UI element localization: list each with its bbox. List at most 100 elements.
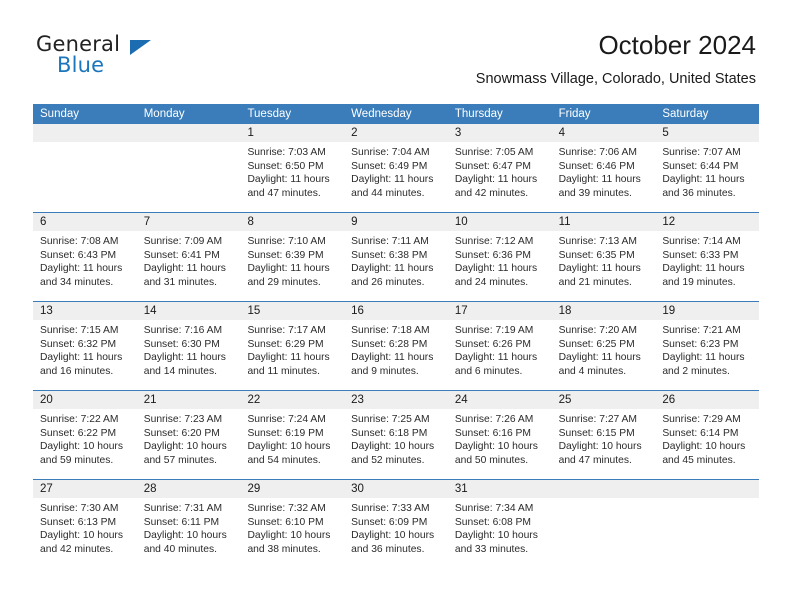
sunrise-text: Sunrise: 7:21 AM [662,325,741,336]
calendar-day-cell[interactable]: 25 Sunrise: 7:27 AM Sunset: 6:15 PM Dayligh… [551,391,656,479]
calendar-day-cell[interactable]: 21 Sunrise: 7:23 AM Sunset: 6:20 PM Dayligh… [136,391,241,479]
calendar-day-cell[interactable]: 15 Sunrise: 7:17 AM Sunset: 6:29 PM Dayligh… [240,302,345,390]
daylight-text-line1: Daylight: 10 hours [662,441,746,452]
daylight-text-line2: and 33 minutes. [454,543,529,555]
day-number: 25 [551,391,656,409]
sunset-text: Sunset: 6:46 PM [558,160,635,172]
dow-sunday: Sunday [40,108,80,120]
calendar-day-cell[interactable]: 19 Sunrise: 7:21 AM Sunset: 6:23 PM Dayligh… [655,302,760,390]
day-number: 18 [551,302,656,320]
daylight-text-line1: Daylight: 11 hours [558,263,641,274]
day-details: Sunrise: 7:23 AM Sunset: 6:20 PM Daylight:… [137,409,241,467]
calendar-day-cell[interactable]: 10 Sunrise: 7:12 AM Sunset: 6:36 PM Dayligh… [447,213,552,301]
calendar-day-cell[interactable]: 1 Sunrise: 7:03 AM Sunset: 6:50 PM Daylight… [240,124,345,212]
day-number: 12 [655,213,760,231]
daylight-text-line1: Daylight: 10 hours [40,441,123,452]
page-title: October 2024 [598,30,756,60]
sunset-text: Sunset: 6:16 PM [454,427,532,439]
daylight-text-line2: and 38 minutes. [247,543,321,555]
sunrise-text: Sunrise: 7:09 AM [143,236,223,247]
daylight-text-line1: Daylight: 10 hours [558,441,642,452]
sunset-text: Sunset: 6:43 PM [40,249,117,261]
sunrise-text: Sunrise: 7:18 AM [351,325,430,336]
calendar-day-cell[interactable]: 27 Sunrise: 7:30 AM Sunset: 6:13 PM Dayligh… [33,480,137,569]
day-details: Sunrise: 7:14 AM Sunset: 6:33 PM Daylight:… [655,231,759,289]
calendar-day-cell[interactable]: 7 Sunrise: 7:09 AM Sunset: 6:41 PM Daylight… [136,213,241,301]
sunrise-text: Sunrise: 7:25 AM [351,414,430,425]
calendar-day-cell[interactable]: 31 Sunrise: 7:34 AM Sunset: 6:08 PM Dayligh… [447,480,552,569]
day-number: 5 [655,124,760,142]
day-details: Sunrise: 7:06 AM Sunset: 6:46 PM Daylight:… [552,142,656,200]
sunset-text: Sunset: 6:36 PM [454,249,532,261]
day-number: 13 [33,302,137,320]
sunrise-text: Sunrise: 7:31 AM [143,503,223,514]
day-number: 17 [447,302,552,320]
daylight-text-line1: Daylight: 10 hours [143,530,227,541]
calendar-day-cell[interactable]: 14 Sunrise: 7:16 AM Sunset: 6:30 PM Dayligh… [136,302,241,390]
calendar-day-cell-empty [33,124,137,212]
sunrise-text: Sunrise: 7:04 AM [351,147,430,158]
calendar-day-cell[interactable]: 17 Sunrise: 7:19 AM Sunset: 6:26 PM Dayligh… [447,302,552,390]
daylight-text-line2: and 45 minutes. [662,454,736,466]
daylight-text-line2: and 57 minutes. [143,454,217,466]
calendar-day-cell-empty [655,480,760,569]
calendar-day-cell[interactable]: 24 Sunrise: 7:26 AM Sunset: 6:16 PM Dayligh… [447,391,552,479]
sunset-text: Sunset: 6:30 PM [143,338,220,350]
daylight-text-line2: and 42 minutes. [40,543,114,555]
calendar-day-cell[interactable]: 13 Sunrise: 7:15 AM Sunset: 6:32 PM Dayligh… [33,302,137,390]
calendar-day-cell[interactable]: 6 Sunrise: 7:08 AM Sunset: 6:43 PM Daylight… [33,213,137,301]
daylight-text-line1: Daylight: 11 hours [143,263,226,274]
calendar-day-cell[interactable]: 3 Sunrise: 7:05 AM Sunset: 6:47 PM Daylight… [447,124,552,212]
daylight-text-line1: Daylight: 11 hours [558,352,641,363]
sunrise-text: Sunrise: 7:19 AM [454,325,534,336]
calendar-day-cell[interactable]: 2 Sunrise: 7:04 AM Sunset: 6:49 PM Daylight… [344,124,448,212]
day-details: Sunrise: 7:17 AM Sunset: 6:29 PM Daylight:… [240,320,344,378]
daylight-text-line2: and 4 minutes. [558,365,627,377]
daylight-text-line2: and 14 minutes. [143,365,217,377]
calendar-day-cell[interactable]: 5 Sunrise: 7:07 AM Sunset: 6:44 PM Daylight… [655,124,760,212]
day-details: Sunrise: 7:20 AM Sunset: 6:25 PM Daylight:… [552,320,656,378]
daylight-text-line2: and 52 minutes. [351,454,425,466]
daylight-text-line2: and 54 minutes. [247,454,321,466]
daylight-text-line1: Daylight: 11 hours [40,263,123,274]
day-number: 30 [344,480,448,498]
daylight-text-line2: and 47 minutes. [247,187,321,199]
sunset-text: Sunset: 6:29 PM [247,338,324,350]
calendar-day-cell[interactable]: 12 Sunrise: 7:14 AM Sunset: 6:33 PM Dayligh… [655,213,760,301]
calendar-day-cell[interactable]: 20 Sunrise: 7:22 AM Sunset: 6:22 PM Dayligh… [33,391,137,479]
day-details: Sunrise: 7:13 AM Sunset: 6:35 PM Daylight:… [552,231,656,289]
calendar-day-cell[interactable]: 29 Sunrise: 7:32 AM Sunset: 6:10 PM Dayligh… [240,480,345,569]
sunset-text: Sunset: 6:08 PM [454,516,532,528]
calendar-day-cell[interactable]: 22 Sunrise: 7:24 AM Sunset: 6:19 PM Dayligh… [240,391,345,479]
calendar-day-cell[interactable]: 4 Sunrise: 7:06 AM Sunset: 6:46 PM Daylight… [551,124,656,212]
daylight-text-line2: and 59 minutes. [40,454,114,466]
daylight-text-line1: Daylight: 10 hours [247,441,331,452]
daylight-text-line1: Daylight: 11 hours [143,352,226,363]
calendar-day-cell[interactable]: 23 Sunrise: 7:25 AM Sunset: 6:18 PM Dayligh… [344,391,448,479]
day-details: Sunrise: 7:10 AM Sunset: 6:39 PM Daylight:… [240,231,344,289]
calendar-day-cell[interactable]: 9 Sunrise: 7:11 AM Sunset: 6:38 PM Daylight… [344,213,448,301]
day-number: 26 [655,391,760,409]
calendar-day-cell[interactable]: 26 Sunrise: 7:29 AM Sunset: 6:14 PM Dayligh… [655,391,760,479]
day-number: 20 [33,391,137,409]
daylight-text-line1: Daylight: 10 hours [454,530,538,541]
calendar-day-cell[interactable]: 11 Sunrise: 7:13 AM Sunset: 6:35 PM Dayligh… [551,213,656,301]
day-details: Sunrise: 7:15 AM Sunset: 6:32 PM Daylight:… [33,320,137,378]
general-blue-logo[interactable]: General Blue [36,34,216,84]
calendar-day-cell[interactable]: 8 Sunrise: 7:10 AM Sunset: 6:39 PM Daylight… [240,213,345,301]
day-details: Sunrise: 7:16 AM Sunset: 6:30 PM Daylight:… [137,320,241,378]
calendar-page: General Blue October 2024 Snowmass Villa… [0,0,792,612]
sunrise-text: Sunrise: 7:17 AM [247,325,326,336]
day-details: Sunrise: 7:12 AM Sunset: 6:36 PM Daylight:… [448,231,552,289]
calendar-day-cell[interactable]: 18 Sunrise: 7:20 AM Sunset: 6:25 PM Dayligh… [551,302,656,390]
daylight-text-line2: and 36 minutes. [662,187,736,199]
sunset-text: Sunset: 6:32 PM [40,338,117,350]
sunrise-text: Sunrise: 7:27 AM [558,414,638,425]
daylight-text-line2: and 29 minutes. [247,276,321,288]
calendar-day-cell[interactable]: 30 Sunrise: 7:33 AM Sunset: 6:09 PM Dayligh… [344,480,448,569]
dow-thursday: Thursday [454,108,503,120]
sunset-text: Sunset: 6:15 PM [558,427,635,439]
calendar-day-cell[interactable]: 28 Sunrise: 7:31 AM Sunset: 6:11 PM Dayligh… [136,480,241,569]
calendar-day-cell[interactable]: 16 Sunrise: 7:18 AM Sunset: 6:28 PM Dayligh… [344,302,448,390]
day-number: 9 [344,213,448,231]
